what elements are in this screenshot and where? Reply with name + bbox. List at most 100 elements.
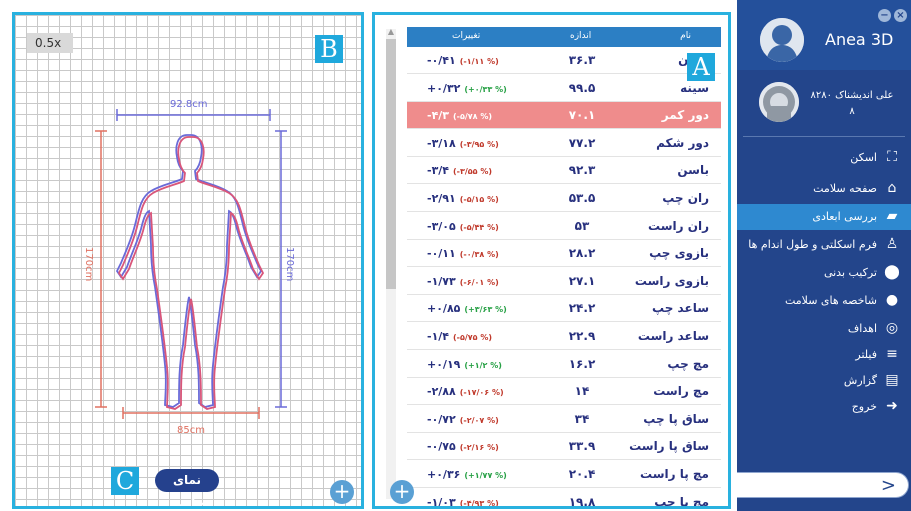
row-change-value: -۱/۷۳	[427, 274, 456, 288]
row-name: بازوی چپ	[649, 246, 709, 261]
row-name: باسن	[677, 163, 709, 178]
table-row[interactable]: -۱/۴ (-۵/۷۵ %) ۲۲.۹ ساعد راست	[407, 323, 721, 350]
app-title: Anea 3D	[825, 30, 894, 49]
row-change: -۱/۴ (-۵/۷۵ %)	[427, 330, 492, 343]
row-name: ساعد راست	[637, 329, 709, 343]
row-size: ۱۴	[574, 384, 590, 399]
row-change: -۰/۷۲ (-۲/۰۷ %)	[427, 413, 499, 426]
row-size: ۹۹.۵	[568, 80, 596, 95]
table-row[interactable]: +۰/۸۵ (+۳/۶۳ %) ۲۴.۲ ساعد چپ	[407, 295, 721, 323]
sidebar-next-bar[interactable]: >	[737, 472, 909, 498]
truck-icon: ▰	[886, 208, 898, 224]
app-window: 0.5x B 92.8cm 170cm 170cm 85cm C نمای جا…	[0, 0, 911, 511]
table-row[interactable]: -۱/۷۳ (-۶/۰۱ %) ۲۷.۱ بازوی راست	[407, 268, 721, 295]
row-change: +۰/۳۶ (+۱/۷۷ %)	[427, 468, 507, 481]
table-row[interactable]: -۳/۰۵ (-۵/۴۴ %) ۵۳ ران راست	[407, 213, 721, 240]
sidebar: Anea 3D − × علی اندیشناک ۸۲۸۰ ۸ اسکن ⛶ صفح…	[737, 0, 911, 511]
row-change-value: -۰/۷۵	[427, 440, 456, 454]
row-name: دور شکم	[656, 135, 709, 150]
skeleton-icon: ♙	[885, 236, 899, 252]
row-change-percent: (-۰/۳۸ %)	[459, 250, 499, 260]
row-change-value: -۱/۴	[427, 330, 450, 343]
sidebar-header: Anea 3D − ×	[737, 0, 911, 70]
side-view-button[interactable]: نمای جانبی	[155, 469, 219, 506]
close-button[interactable]: ×	[894, 9, 907, 22]
row-change-percent: (-۵/۷۸ %)	[453, 112, 493, 122]
apple-icon: ●	[885, 292, 899, 308]
row-name: مچ پا چپ	[654, 494, 709, 509]
row-size: ۵۳	[574, 218, 590, 233]
row-change-value: -۳/۰۵	[427, 219, 456, 233]
row-change-percent: (-۲/۱۶ %)	[459, 443, 499, 453]
row-size: ۲۸.۲	[568, 246, 596, 261]
row-size: ۷۷.۲	[568, 135, 596, 150]
scroll-up-icon[interactable]: ▲	[386, 27, 396, 36]
sidebar-item-9[interactable]: گزارش ▤	[737, 368, 911, 394]
height-right-label: 170cm	[284, 247, 295, 281]
height-left-label: 170cm	[83, 247, 94, 281]
sidebar-item-6[interactable]: شاخصه های سلامت ●	[737, 288, 911, 314]
sidebar-item-4[interactable]: فرم اسکلتی و طول اندام ها ♙	[737, 232, 911, 258]
width-top-label: 92.8cm	[170, 99, 208, 110]
row-name: دور کمر	[661, 108, 709, 123]
body-viewer-panel[interactable]: 0.5x B 92.8cm 170cm 170cm 85cm C نمای جا…	[12, 12, 364, 509]
sidebar-item-label: صفحه سلامت	[813, 182, 877, 195]
row-change-percent: (-۱/۱۱ %)	[459, 57, 499, 66]
table-scroll-thumb[interactable]	[386, 39, 396, 289]
sidebar-item-2[interactable]: صفحه سلامت ⌂	[737, 176, 911, 202]
measurements-table-panel: ▲ نام اندازه تغییرات -۰/۴۱(-۱/۱۱ %)۳۶.۳گ…	[372, 12, 731, 509]
table-row[interactable]: -۱/۰۳ (-۴/۹۳ %) ۱۹.۸ مچ پا چپ	[407, 489, 721, 509]
sidebar-item-1[interactable]: اسکن ⛶	[737, 145, 911, 171]
row-change: -۰/۱۱ (-۰/۳۸ %)	[427, 247, 499, 260]
table-row[interactable]: -۴/۳ (-۵/۷۸ %) ۷۰.۱ دور کمر	[407, 102, 721, 130]
row-change: -۳/۱۸ (-۳/۹۵ %)	[427, 137, 499, 150]
row-name: مچ پا راست	[640, 467, 709, 481]
row-name: بازوی راست	[634, 273, 709, 288]
body-outline-figure: 92.8cm 170cm 170cm 85cm	[83, 99, 295, 436]
table-row[interactable]: -۲/۹۱ (-۵/۱۵ %) ۵۳.۵ ران چپ	[407, 185, 721, 212]
table-row[interactable]: -۳/۴ (-۳/۵۵ %) ۹۲.۳ باسن	[407, 157, 721, 185]
row-name: مچ راست	[653, 384, 709, 399]
sidebar-item-3[interactable]: بررسی ابعادی ▰	[737, 204, 911, 230]
row-change-percent: (-۵/۴۴ %)	[459, 222, 499, 232]
minimize-button[interactable]: −	[878, 9, 891, 22]
header-change: تغییرات	[452, 31, 481, 41]
row-size: ۷۰.۱	[568, 108, 596, 123]
row-change-value: -۰/۱۱	[427, 247, 456, 261]
row-size: ۱۹.۸	[568, 494, 596, 509]
viewer-add-button[interactable]: +	[330, 480, 354, 504]
table-row[interactable]: -۲/۸۸ (-۱۷/۰۶ %) ۱۴ مچ راست	[407, 378, 721, 406]
user-photo-icon	[759, 82, 799, 122]
sidebar-item-10[interactable]: خروج ➜	[737, 394, 911, 420]
clipboard-icon: ▤	[885, 372, 899, 388]
row-size: ۲۷.۱	[568, 273, 596, 288]
table-row[interactable]: -۰/۷۲ (-۲/۰۷ %) ۳۴ ساق پا چپ	[407, 406, 721, 433]
table-row[interactable]: +۰/۱۹ (+۱/۲ %) ۱۶.۲ مچ چپ	[407, 351, 721, 378]
sidebar-item-label: شاخصه های سلامت	[784, 294, 877, 307]
table-row[interactable]: +۰/۳۶ (+۱/۷۷ %) ۲۰.۴ مچ پا راست	[407, 461, 721, 488]
row-size: ۲۲.۹	[568, 329, 596, 343]
sidebar-item-5[interactable]: ترکیب بدنی ⬤	[737, 260, 911, 286]
row-name: ساق پا راست	[629, 439, 709, 454]
table-add-button[interactable]: +	[390, 480, 414, 504]
target-icon: ◎	[885, 320, 899, 336]
table-row[interactable]: -۰/۱۱ (-۰/۳۸ %) ۲۸.۲ بازوی چپ	[407, 240, 721, 268]
table-row[interactable]: -۰/۷۵ (-۲/۱۶ %) ۳۳.۹ ساق پا راست	[407, 433, 721, 461]
next-arrow-icon[interactable]: >	[881, 475, 896, 496]
user-avatar	[759, 82, 799, 122]
sidebar-item-label: بررسی ابعادی	[812, 210, 877, 223]
sidebar-item-8[interactable]: فیلتر ≡	[737, 342, 911, 368]
scan-icon: ⛶	[887, 149, 897, 165]
sidebar-item-label: اسکن	[850, 151, 877, 164]
row-change: -۴/۳ (-۵/۷۸ %)	[427, 109, 492, 122]
table-row[interactable]: +۰/۳۲ (+۰/۳۳ %) ۹۹.۵ سینه	[407, 75, 721, 102]
table-row[interactable]: -۳/۱۸ (-۳/۹۵ %) ۷۷.۲ دور شکم	[407, 130, 721, 157]
home-icon: ⌂	[887, 180, 897, 196]
row-change: +۰/۱۹ (+۱/۲ %)	[427, 358, 502, 371]
row-change-value: +۰/۸۵	[427, 302, 461, 316]
sidebar-item-7[interactable]: اهداف ◎	[737, 316, 911, 342]
row-change-value: -۲/۹۱	[427, 192, 456, 205]
table-row[interactable]: -۰/۴۱(-۱/۱۱ %)۳۶.۳گردن	[407, 47, 721, 74]
row-change: -۲/۹۱ (-۵/۱۵ %)	[427, 192, 499, 205]
width-bottom-label: 85cm	[177, 425, 205, 436]
